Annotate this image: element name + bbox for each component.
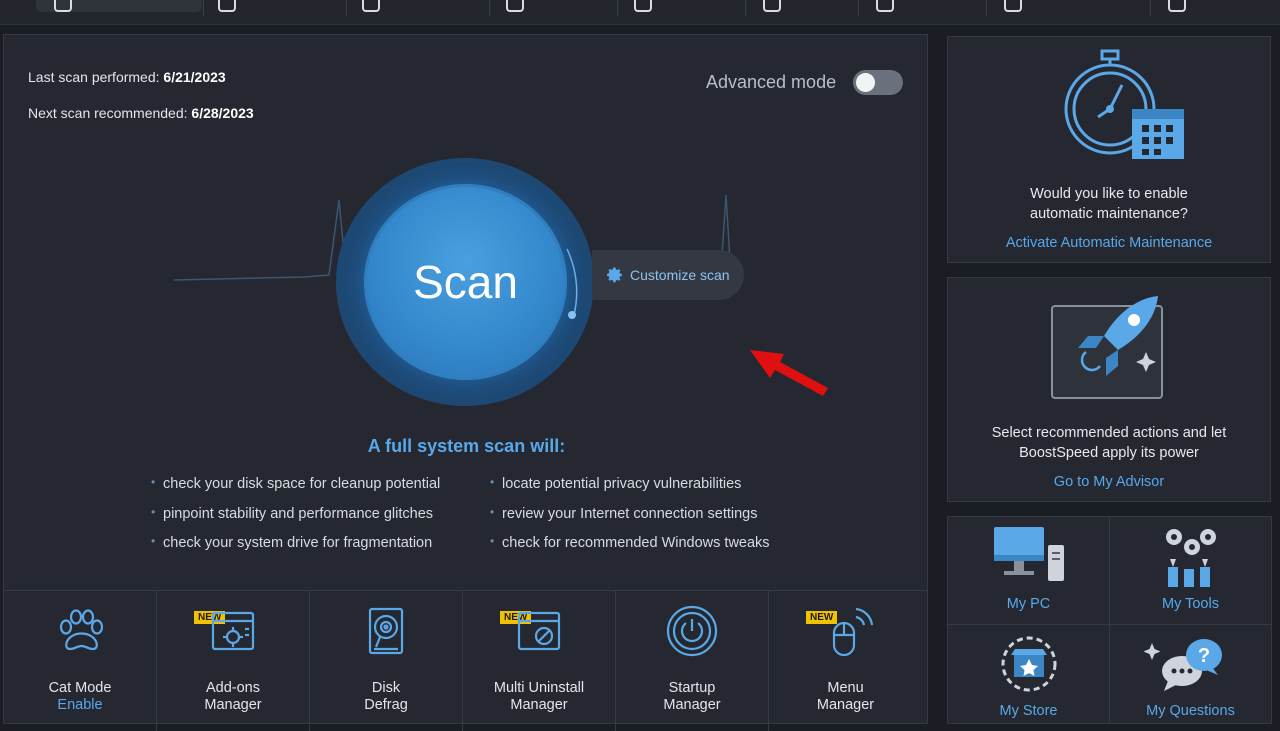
grid-my-questions[interactable]: ? My Questions (1109, 624, 1272, 724)
bullet-item: check your disk space for cleanup potent… (151, 475, 440, 506)
scan-panel: Last scan performed: 6/21/2023 Next scan… (3, 34, 928, 731)
tool-label-line1: Disk (371, 680, 401, 696)
tool-label-line2: Manager (204, 697, 262, 713)
stopwatch-calendar-icon (1064, 49, 1184, 159)
gear-icon (607, 267, 622, 283)
tab-icon[interactable] (506, 0, 524, 12)
my-pc-label: My PC (1006, 596, 1051, 612)
my-store-label: My Store (999, 703, 1058, 719)
tab-icon[interactable] (362, 0, 380, 12)
tab-separator (858, 0, 859, 16)
customize-scan-label: Customize scan (630, 267, 730, 283)
maintenance-card: Would you like to enable automatic maint… (947, 36, 1271, 263)
bullet-list-right: locate potential privacy vulnerabilities… (490, 475, 770, 565)
bullet-item: pinpoint stability and performance glitc… (151, 505, 440, 536)
tab-separator (1150, 0, 1151, 16)
scan-button-label: Scan (413, 256, 518, 308)
grid-my-tools[interactable]: My Tools (1109, 516, 1272, 625)
tool-label-line1: Startup (668, 680, 716, 696)
tab-icon[interactable] (763, 0, 781, 12)
tools-icon (1166, 529, 1216, 587)
bullet-item: check for recommended Windows tweaks (490, 534, 770, 565)
tool-label-line1: Add-ons (205, 680, 260, 696)
tool-label: Multi Uninstall Manager (463, 680, 615, 714)
advisor-card: Select recommended actions and let Boost… (947, 277, 1271, 502)
bullet-item: check your system drive for fragmentatio… (151, 534, 440, 565)
tab-icon[interactable] (876, 0, 894, 12)
grid-my-store[interactable]: My Store (947, 624, 1110, 724)
tool-label: Add-ons Manager (157, 680, 309, 714)
tool-startup-manager[interactable]: Startup Manager (616, 591, 769, 731)
tool-label-line1: Menu (827, 680, 864, 696)
customize-scan-button[interactable]: Customize scan (592, 250, 744, 300)
tools-row: Cat Mode Enable NEW Add-ons Manager Disk… (4, 590, 927, 731)
tool-label: Menu Manager (769, 680, 922, 714)
tool-label-line2: Manager (663, 697, 721, 713)
disk-icon (368, 607, 404, 655)
questions-icon: ? (1144, 639, 1222, 691)
tab-separator (617, 0, 618, 16)
store-icon (1001, 636, 1057, 692)
tool-label: Startup Manager (616, 680, 768, 714)
computer-icon (994, 527, 1064, 581)
my-questions-label: My Questions (1146, 703, 1235, 719)
tab-icon[interactable] (218, 0, 236, 12)
tool-label-line2: Manager (816, 697, 875, 713)
cart-tab-icon[interactable] (1168, 0, 1186, 12)
bullet-item: locate potential privacy vulnerabilities (490, 475, 770, 506)
tool-cat-mode[interactable]: Cat Mode Enable (4, 591, 157, 731)
tool-multi-uninstall-manager[interactable]: NEW Multi Uninstall Manager (463, 591, 616, 731)
my-tools-label: My Tools (1162, 596, 1219, 612)
tool-label: Cat Mode Enable (4, 680, 156, 714)
top-tab-bar (0, 0, 1280, 25)
tab-separator (489, 0, 490, 16)
advisor-text: Select recommended actions and let Boost… (991, 425, 1227, 461)
home-tab-icon[interactable] (54, 0, 72, 12)
tool-disk-defrag[interactable]: Disk Defrag (310, 591, 463, 731)
enable-link[interactable]: Enable (57, 697, 102, 713)
addons-icon (211, 611, 255, 651)
svg-text:?: ? (1198, 645, 1210, 667)
paw-icon (59, 609, 104, 651)
tool-label-line2: Manager (510, 697, 568, 713)
tab-separator (346, 0, 347, 16)
activate-maintenance-link[interactable]: Activate Automatic Maintenance (948, 235, 1270, 251)
maintenance-text: Would you like to enable automatic maint… (1030, 186, 1188, 222)
mouse-icon (832, 607, 873, 657)
grid-my-pc[interactable]: My PC (947, 516, 1110, 625)
bullet-item: review your Internet connection settings (490, 505, 770, 536)
tab-separator (203, 0, 204, 16)
tool-cat-mode-title: Cat Mode (48, 680, 112, 696)
red-arrow-annotation (750, 350, 828, 396)
tool-label: Disk Defrag (310, 680, 462, 714)
bullet-list-left: check your disk space for cleanup potent… (151, 475, 440, 565)
power-icon (666, 605, 718, 657)
tab-icon[interactable] (634, 0, 652, 12)
tool-menu-manager[interactable]: NEW Menu Manager (769, 591, 922, 731)
tool-label-line2: Defrag (364, 697, 408, 713)
scan-headline: A full system scan will: (367, 436, 566, 456)
go-to-advisor-link[interactable]: Go to My Advisor (948, 474, 1270, 490)
tab-separator (745, 0, 746, 16)
scan-button[interactable]: Scan (364, 184, 567, 380)
tool-label-line1: Multi Uninstall (493, 680, 585, 696)
tab-separator (986, 0, 987, 16)
rocket-icon (1051, 296, 1163, 399)
tab-icon[interactable] (1004, 0, 1022, 12)
uninstall-icon (517, 611, 561, 651)
tool-addons-manager[interactable]: NEW Add-ons Manager (157, 591, 310, 731)
